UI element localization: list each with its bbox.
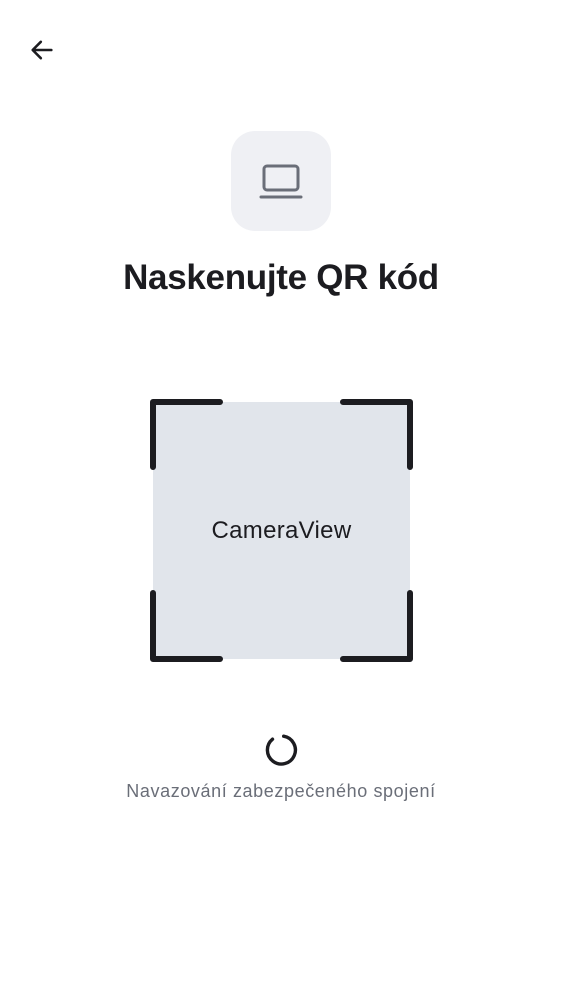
- loading-spinner-icon: [265, 734, 298, 766]
- frame-corner-top-left: [150, 399, 223, 470]
- frame-corner-top-right: [340, 399, 413, 470]
- device-tile: [231, 131, 331, 231]
- frame-corner-bottom-left: [150, 590, 223, 662]
- laptop-icon: [259, 164, 303, 199]
- scanner-frame: [150, 399, 413, 662]
- status-text: Navazování zabezpečeného spojení: [126, 781, 436, 801]
- qr-scanner[interactable]: CameraView: [150, 399, 413, 662]
- arrow-left-icon: [31, 40, 53, 60]
- page-title: Naskenujte QR kód: [123, 258, 439, 297]
- frame-corner-bottom-right: [340, 590, 413, 662]
- back-button[interactable]: [20, 28, 64, 72]
